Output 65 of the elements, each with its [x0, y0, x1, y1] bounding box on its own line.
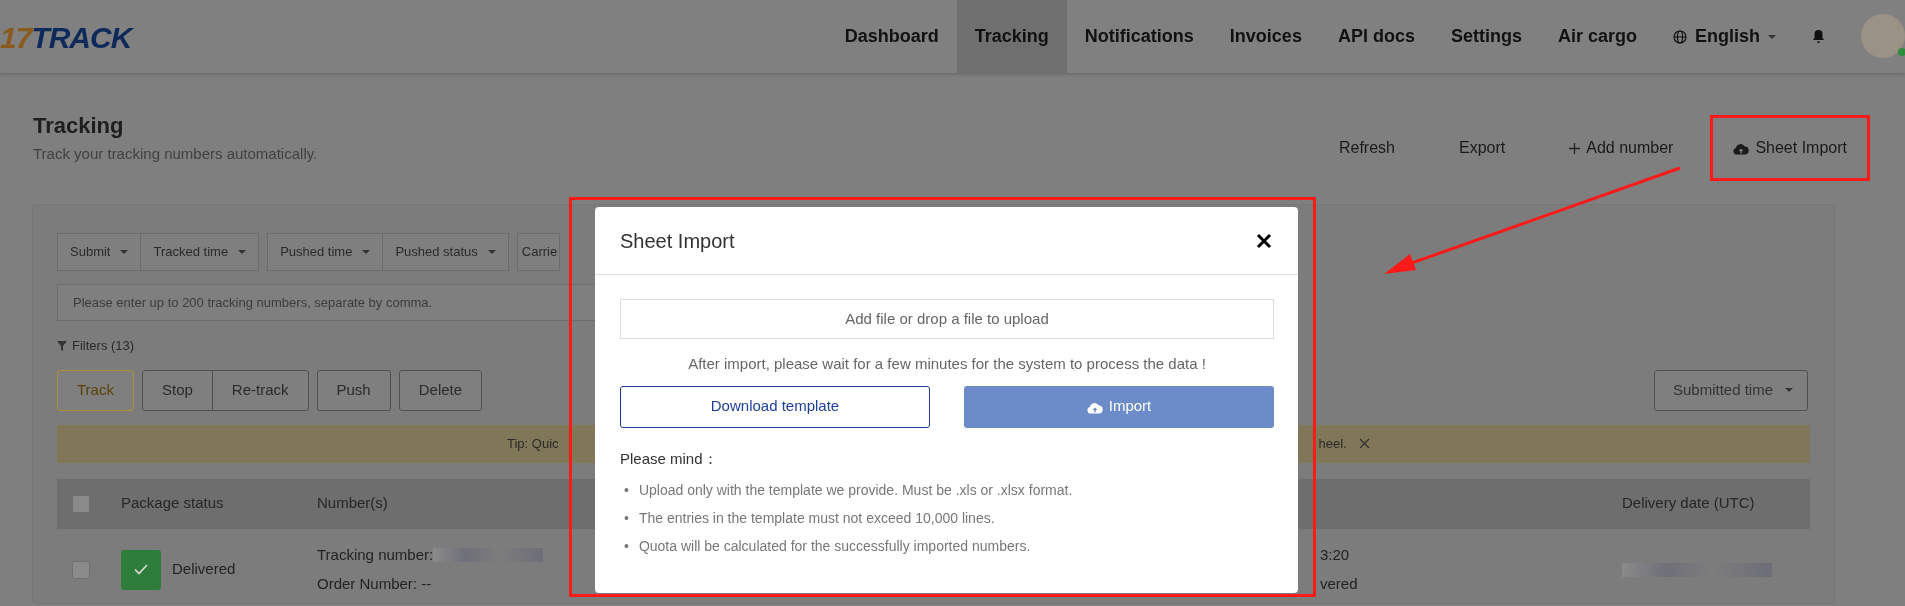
nav-tab[interactable]: Air cargo — [1539, 0, 1655, 73]
column-header: Delivery date (UTC) — [1622, 494, 1755, 512]
close-button[interactable] — [1256, 232, 1272, 249]
checkbox[interactable] — [72, 494, 90, 513]
bell-icon — [1812, 29, 1825, 44]
nav-tab[interactable]: Dashboard — [826, 0, 957, 73]
status-text: Delivered — [172, 559, 236, 580]
caret-icon — [120, 250, 129, 254]
import-note: After import, please wait for a few minutes for the system to process the data ! — [687, 354, 1207, 374]
download-template-button[interactable]: Download template — [620, 385, 930, 428]
table-cell-text: 3:20 — [1320, 545, 1351, 565]
caret-icon — [487, 250, 496, 254]
plus-icon — [1569, 142, 1581, 154]
sort-dropdown[interactable]: Submitted time — [1653, 369, 1808, 411]
toolbar-button[interactable]: Sheet Import — [1713, 118, 1867, 178]
nav-tab[interactable]: Notifications — [1066, 0, 1212, 73]
nav-tab[interactable]: Invoices — [1211, 0, 1320, 73]
page-title: Tracking — [33, 113, 125, 140]
list-item: Upload only with the template we provide. Must be .xls or .xlsx format. — [638, 481, 1073, 500]
globe-icon — [1673, 29, 1687, 44]
action-button[interactable]: Re-track — [211, 369, 309, 411]
tracking-number-label: Tracking number: — [317, 545, 434, 565]
table-cell-text: vered — [1320, 573, 1359, 594]
list-item: The entries in the template must not exceed 10,000 lines. — [638, 509, 995, 528]
nav-tab[interactable]: Settings — [1432, 0, 1540, 73]
list-item: Quota will be calculated for the successfully imported numbers. — [638, 537, 1031, 556]
filter-dropdown[interactable]: Tracked time — [141, 233, 260, 271]
filter-dropdown[interactable]: Pushed status — [383, 233, 509, 271]
action-button[interactable]: Delete — [398, 369, 483, 411]
column-header: Number(s) — [317, 494, 388, 512]
action-button[interactable]: Track — [57, 369, 134, 411]
filters-label[interactable]: Filters (13) — [72, 336, 135, 356]
filter-dropdown[interactable]: Carrie — [516, 233, 561, 271]
language-selector[interactable]: English — [1655, 0, 1794, 73]
logo[interactable]: 17TRACK — [0, 0, 132, 73]
cloud-upload-icon — [1733, 141, 1750, 155]
filter-icon — [57, 340, 67, 351]
caret-icon — [362, 250, 371, 254]
filter-dropdown[interactable]: Submit — [57, 233, 142, 271]
caret-icon — [1785, 388, 1793, 392]
page-subtitle: Track your tracking numbers automatically. — [33, 144, 318, 165]
section-heading: Please mind： — [620, 448, 719, 469]
toolbar-button[interactable]: Refresh — [1320, 128, 1413, 168]
list-bullet: • — [624, 537, 629, 556]
toolbar-button[interactable]: Export — [1440, 128, 1524, 168]
tip-text: Tip: Quic — [507, 434, 559, 453]
import-button[interactable]: Import — [964, 385, 1274, 428]
dialog-title: Sheet Import — [620, 228, 735, 253]
tip-text: heel. — [1318, 434, 1347, 453]
nav-tab[interactable]: API docs — [1319, 0, 1433, 73]
check-icon — [134, 564, 148, 575]
checkbox[interactable] — [72, 560, 90, 579]
action-button[interactable]: Stop — [141, 369, 213, 411]
upload-dropzone[interactable]: Add file or drop a file to upload — [620, 299, 1274, 339]
order-number: Order Number: -- — [317, 573, 433, 594]
close-icon — [1256, 232, 1272, 249]
caret-icon — [238, 250, 247, 254]
filter-dropdown[interactable]: Pushed time — [267, 233, 384, 271]
close-icon[interactable] — [1358, 438, 1370, 449]
column-header: Package status — [121, 494, 224, 512]
toolbar-button[interactable]: Add number — [1551, 128, 1692, 168]
list-bullet: • — [624, 481, 629, 500]
list-bullet: • — [624, 509, 629, 528]
action-button[interactable]: Push — [316, 369, 391, 411]
nav-tab[interactable]: Tracking — [956, 0, 1067, 73]
